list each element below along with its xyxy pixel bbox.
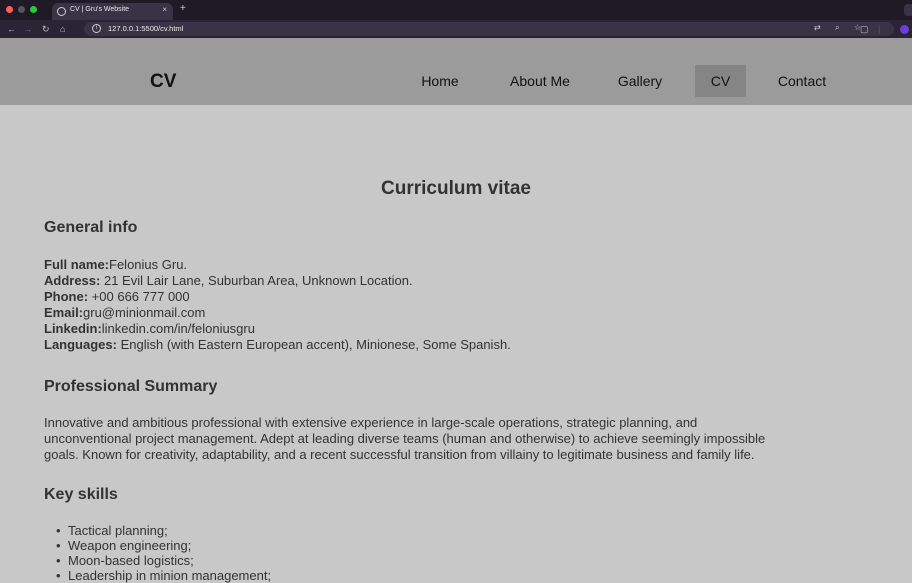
- general-info-heading: General info: [44, 219, 138, 236]
- reload-icon[interactable]: ↻: [42, 23, 50, 35]
- nav-home[interactable]: Home: [405, 65, 475, 97]
- profile-avatar-icon[interactable]: [900, 25, 909, 34]
- professional-summary-heading: Professional Summary: [44, 378, 218, 395]
- page-title: Curriculum vitae: [381, 178, 531, 199]
- home-icon[interactable]: ⌂: [60, 23, 65, 35]
- forward-icon[interactable]: →: [23, 23, 32, 35]
- nav-gallery[interactable]: Gallery: [603, 65, 677, 97]
- tab-title: CV | Gru's Website: [70, 6, 130, 13]
- list-item: Tactical planning;: [56, 523, 271, 538]
- key-skills-list: Tactical planning; Weapon engineering; M…: [56, 523, 271, 583]
- site-info-icon[interactable]: i: [92, 24, 101, 33]
- window-control[interactable]: [904, 4, 912, 16]
- summary-line: Innovative and ambitious professional wi…: [44, 415, 698, 430]
- languages-row: Languages: English (with Eastern Europea…: [44, 337, 511, 353]
- full-name-row: Full name:Felonius Gru.: [44, 257, 511, 273]
- new-tab-button[interactable]: +: [180, 3, 186, 14]
- languages-label: Languages:: [44, 337, 117, 352]
- site-header: CV Home About Me Gallery CV Contact: [0, 38, 912, 105]
- browser-tab[interactable]: CV | Gru's Website ×: [52, 3, 173, 20]
- minimize-window-icon[interactable]: [18, 6, 25, 13]
- address-value: 21 Evil Lair Lane, Suburban Area, Unknow…: [100, 273, 413, 288]
- summary-line: goals. Known for creativity, adaptabilit…: [44, 447, 755, 462]
- browser-tab-bar: CV | Gru's Website × +: [0, 0, 912, 20]
- list-item: Leadership in minion management;: [56, 568, 271, 583]
- address-bar[interactable]: i 127.0.0.1:5500/cv.html ⇄ ⌕ ☆: [84, 22, 894, 36]
- nav-cv[interactable]: CV: [695, 65, 746, 97]
- list-item: Moon-based logistics;: [56, 553, 271, 568]
- tab-close-icon[interactable]: ×: [162, 5, 167, 14]
- address-label: Address:: [44, 273, 101, 288]
- phone-label: Phone:: [44, 289, 89, 304]
- full-name-value: Felonius Gru.: [109, 257, 188, 272]
- phone-value: +00 666 777 000: [88, 289, 190, 304]
- nav-contact[interactable]: Contact: [762, 65, 842, 97]
- languages-value: English (with Eastern European accent), …: [116, 337, 511, 352]
- linkedin-row: Linkedin:linkedin.com/in/feloniusgru: [44, 321, 511, 337]
- translate-icon[interactable]: ⇄: [814, 23, 821, 32]
- key-skills-heading: Key skills: [44, 486, 118, 503]
- list-item: Weapon engineering;: [56, 538, 271, 553]
- nav-about-me[interactable]: About Me: [495, 65, 585, 97]
- main-content: Curriculum vitae General info Full name:…: [0, 105, 912, 583]
- linkedin-value: linkedin.com/in/feloniusgru: [101, 321, 255, 336]
- summary-line: unconventional project management. Adept…: [44, 431, 766, 446]
- toolbar-divider: |: [878, 24, 881, 34]
- url-text[interactable]: 127.0.0.1:5500/cv.html: [108, 24, 183, 33]
- browser-toolbar: ← → ↻ ⌂ i 127.0.0.1:5500/cv.html ⇄ ⌕ ☆ ▢…: [0, 20, 912, 38]
- back-icon[interactable]: ←: [7, 23, 16, 35]
- close-window-icon[interactable]: [6, 6, 13, 13]
- extensions-icon[interactable]: ▢: [860, 23, 869, 35]
- maximize-window-icon[interactable]: [30, 6, 37, 13]
- email-row: Email:gru@minionmail.com: [44, 305, 511, 321]
- email-value: gru@minionmail.com: [83, 305, 206, 320]
- email-label: Email:: [44, 305, 84, 320]
- globe-icon: [57, 7, 66, 16]
- professional-summary: Innovative and ambitious professional wi…: [44, 415, 894, 463]
- linkedin-label: Linkedin:: [44, 321, 102, 336]
- site-logo[interactable]: CV: [150, 71, 176, 93]
- zoom-icon[interactable]: ⌕: [835, 23, 839, 33]
- address-row: Address: 21 Evil Lair Lane, Suburban Are…: [44, 273, 511, 289]
- general-info: Full name:Felonius Gru. Address: 21 Evil…: [44, 257, 511, 353]
- full-name-label: Full name:: [44, 257, 110, 272]
- phone-row: Phone: +00 666 777 000: [44, 289, 511, 305]
